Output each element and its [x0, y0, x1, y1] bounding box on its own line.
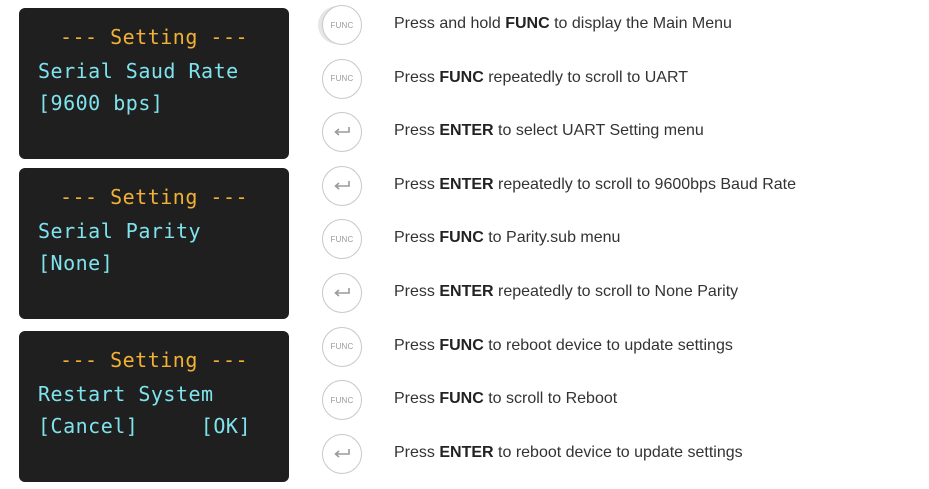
lcd-line-3: [None]	[38, 251, 114, 275]
step-text-post: to display the Main Menu	[549, 15, 732, 32]
step-text-post: to reboot device to update settings	[493, 443, 743, 461]
enter-button-icon	[322, 273, 362, 313]
step-text: Press FUNC to reboot device to update se…	[394, 337, 733, 355]
step-key: FUNC	[439, 336, 484, 354]
step-text-pre: Press	[394, 229, 440, 247]
enter-button-icon	[322, 165, 362, 206]
func-button-icon: FUNC	[322, 326, 362, 367]
step-key: FUNC	[439, 229, 484, 247]
lcd-title: --- Setting ---	[59, 185, 249, 209]
step-text-post: repeatedly to scroll to 9600bps Baud Rat…	[493, 175, 796, 193]
lcd-line-2: Restart System	[38, 382, 214, 406]
lcd-title: --- Setting ---	[59, 25, 249, 49]
step-text-pre: Press	[394, 336, 440, 354]
step-text: Press ENTER to select UART Setting menu	[394, 122, 704, 140]
step-key: ENTER	[439, 175, 494, 193]
func-button-icon: FUNC	[322, 380, 362, 421]
step-text: Press and hold FUNC to display the Main …	[394, 15, 732, 33]
lcd-line-3-cancel: [Cancel]	[38, 414, 139, 438]
step-text: Press ENTER to reboot device to update s…	[394, 444, 743, 462]
lcd-line-2: Serial Parity	[38, 219, 202, 243]
step-text: Press FUNC to scroll to Reboot	[394, 390, 617, 408]
lcd-line-2: Serial Saud Rate	[38, 59, 239, 83]
step-text-post: to Parity.sub menu	[483, 229, 621, 247]
step-text-post: to reboot device to update settings	[483, 336, 733, 354]
step-text-post: repeatedly to scroll to UART	[483, 68, 689, 86]
step-text: Press FUNC repeatedly to scroll to UART	[394, 69, 688, 87]
step-text-post: repeatedly to scroll to None Parity	[493, 283, 739, 300]
lcd-screen-parity: --- Setting --- Serial Parity [None]	[19, 168, 289, 319]
step-key: ENTER	[439, 443, 494, 461]
step-text-pre: Press	[394, 122, 440, 140]
step-text-pre: Press and hold	[394, 15, 506, 32]
lcd-line-3: [9600 bps]	[38, 91, 164, 115]
step-key: FUNC	[439, 68, 484, 86]
step-key: FUNC	[439, 390, 484, 408]
step-text-pre: Press	[394, 390, 440, 408]
lcd-screen-restart: --- Setting --- Restart System [Cancel] …	[19, 331, 289, 482]
step-text-pre: Press	[394, 175, 440, 193]
step-text-pre: Press	[394, 443, 440, 461]
step-key: ENTER	[439, 122, 494, 140]
func-button-icon: FUNC	[322, 5, 362, 45]
step-text-pre: Press	[394, 283, 440, 300]
func-button-icon: FUNC	[322, 58, 362, 99]
enter-button-icon	[322, 112, 362, 153]
step-text: Press FUNC to Parity.sub menu	[394, 229, 620, 247]
lcd-title: --- Setting ---	[59, 348, 249, 372]
enter-button-icon	[322, 433, 362, 474]
step-text-post: to select UART Setting menu	[493, 122, 704, 140]
step-key: FUNC	[505, 15, 550, 32]
step-text: Press ENTER repeatedly to scroll to None…	[394, 283, 738, 301]
lcd-line-3-ok: [OK]	[200, 414, 251, 438]
func-button-icon: FUNC	[322, 219, 362, 260]
step-key: ENTER	[439, 283, 494, 300]
step-text: Press ENTER repeatedly to scroll to 9600…	[394, 176, 796, 194]
step-text-pre: Press	[394, 68, 440, 86]
lcd-screen-baud-rate: --- Setting --- Serial Saud Rate [9600 b…	[19, 8, 289, 159]
step-text-post: to scroll to Reboot	[483, 390, 618, 408]
